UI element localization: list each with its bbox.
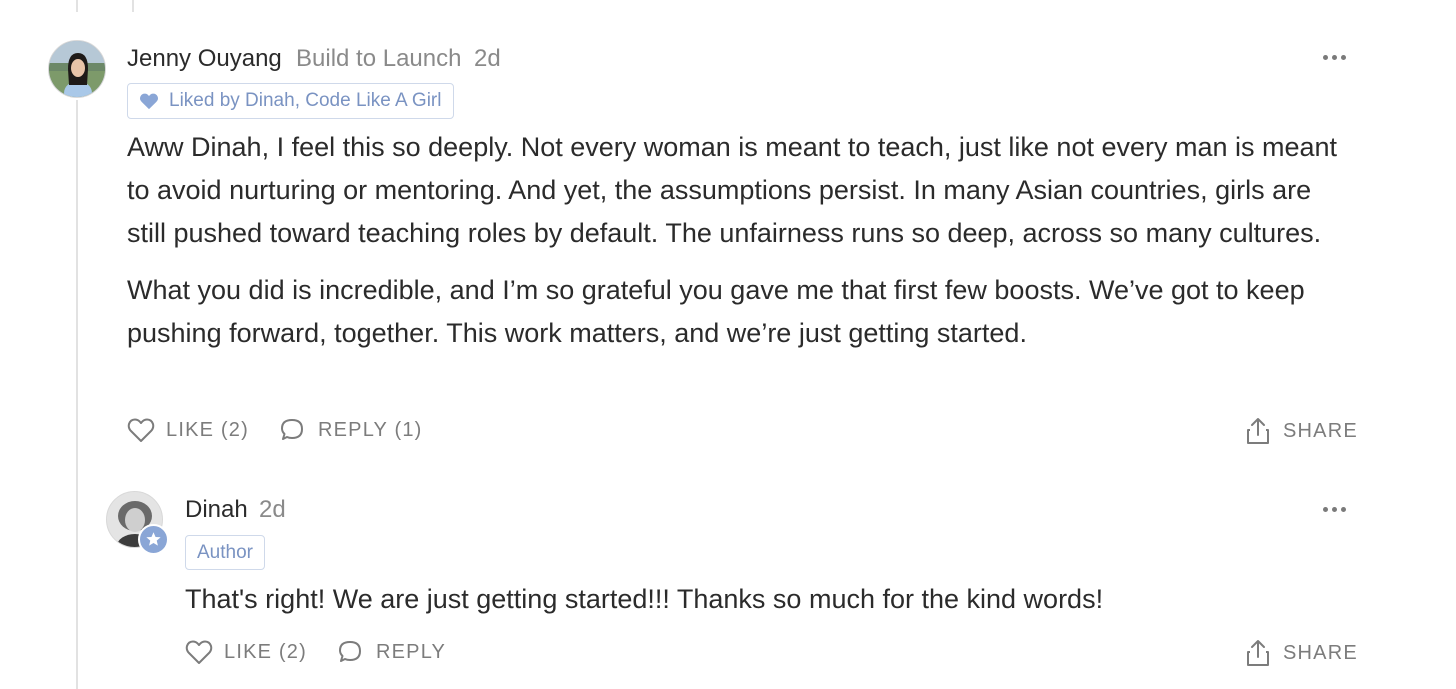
speech-bubble-icon — [280, 419, 303, 440]
reply-like-button[interactable]: LIKE (2) — [185, 639, 307, 665]
comment-thread-line — [76, 100, 78, 689]
comment-timestamp[interactable]: 2d — [474, 45, 501, 73]
share-icon — [1247, 418, 1269, 444]
more-dots-icon — [1323, 55, 1328, 60]
speech-bubble-icon — [338, 641, 361, 662]
reply-more-options-button[interactable] — [1323, 507, 1346, 512]
reply-label: REPLY (1) — [317, 418, 423, 441]
more-options-button[interactable] — [1323, 55, 1346, 60]
reply-paragraph: That's right! We are just getting starte… — [185, 584, 1104, 614]
parent-thread-line — [76, 0, 78, 12]
heart-icon — [185, 640, 213, 664]
comment-paragraph: Aww Dinah, I feel this so deeply. Not ev… — [127, 132, 1338, 248]
author-badge-label: Author — [197, 541, 253, 563]
reply-actions: LIKE (2) REPLY — [185, 638, 446, 666]
reply-button[interactable]: REPLY (1) — [278, 416, 423, 444]
star-icon — [146, 532, 161, 546]
liked-by-text: Liked by Dinah, Code Like A Girl — [169, 90, 442, 111]
author-star-badge — [138, 524, 169, 555]
comment-author-name[interactable]: Jenny Ouyang — [127, 45, 282, 73]
reply-timestamp[interactable]: 2d — [259, 496, 286, 524]
heart-icon — [127, 418, 155, 442]
avatar-photo — [49, 41, 105, 97]
reply-share-button[interactable]: SHARE — [1245, 638, 1358, 668]
avatar[interactable] — [48, 40, 106, 98]
like-label: LIKE (2) — [166, 418, 249, 441]
more-dots-icon — [1323, 507, 1328, 512]
comment-actions: LIKE (2) REPLY (1) — [127, 416, 423, 444]
reply-reply-button[interactable]: REPLY — [336, 638, 446, 666]
share-icon — [1247, 640, 1269, 666]
like-label: LIKE (2) — [224, 640, 307, 663]
reply-author-name[interactable]: Dinah — [185, 496, 248, 524]
reply-label: REPLY — [375, 640, 447, 663]
share-label: SHARE — [1283, 641, 1358, 664]
share-button[interactable]: SHARE — [1245, 416, 1358, 446]
like-button[interactable]: LIKE (2) — [127, 417, 249, 443]
parent-thread-line-secondary — [132, 0, 134, 12]
comment-body: Aww Dinah, I feel this so deeply. Not ev… — [127, 126, 1357, 355]
author-badge: Author — [185, 535, 265, 570]
comment-paragraph: What you did is incredible, and I’m so g… — [127, 275, 1305, 348]
reply-body: That's right! We are just getting starte… — [185, 578, 1355, 621]
share-label: SHARE — [1283, 419, 1358, 442]
comment-publication[interactable]: Build to Launch — [296, 45, 461, 73]
filled-heart-icon — [140, 93, 158, 110]
liked-by-badge[interactable]: Liked by Dinah, Code Like A Girl — [127, 83, 454, 119]
